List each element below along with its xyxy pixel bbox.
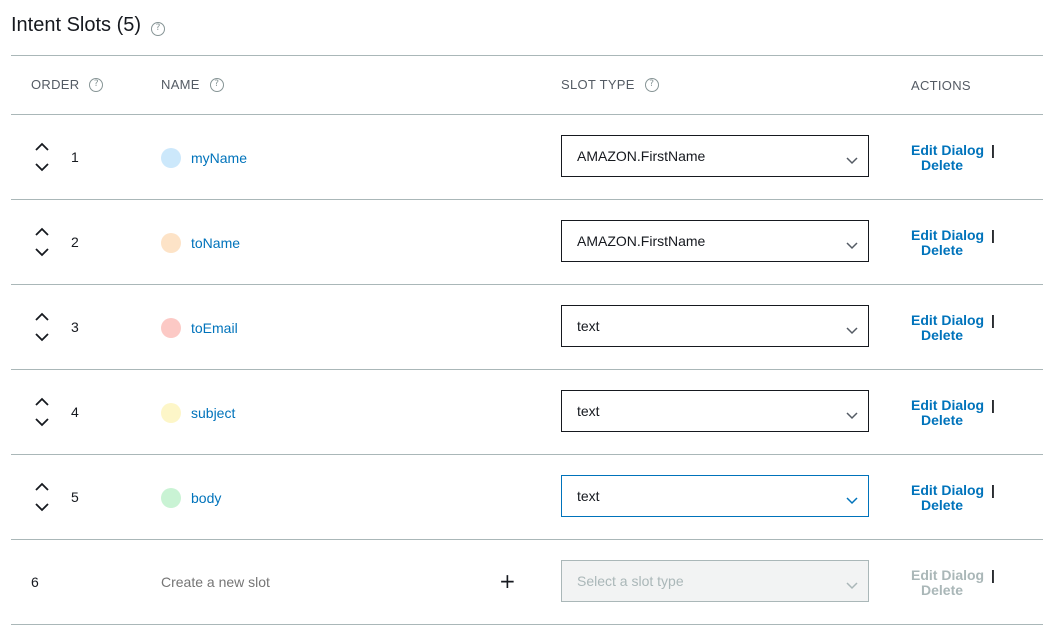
- chevron-down-icon: [846, 577, 858, 593]
- slot-order: 5: [71, 489, 79, 505]
- actions-separator: |: [991, 397, 995, 413]
- chevron-up-icon[interactable]: [35, 142, 49, 151]
- actions-separator: |: [991, 142, 995, 158]
- add-slot-plus-icon[interactable]: +: [499, 571, 516, 591]
- slot-actions: Edit Dialog Delete |: [911, 483, 995, 513]
- table-row: 3 toEmail text Edit Dialog Delete |: [11, 285, 1043, 370]
- chevron-up-icon[interactable]: [35, 397, 49, 406]
- chevron-down-icon: [846, 322, 858, 338]
- slot-type-select[interactable]: AMAZON.FirstName: [561, 135, 869, 177]
- slots-table: ORDER ? NAME ? SLOT TYPE ? ACTIONS 1 myNa…: [11, 55, 1043, 625]
- edit-dialog-link[interactable]: Edit Dialog: [911, 313, 984, 328]
- edit-dialog-link[interactable]: Edit Dialog: [911, 568, 984, 583]
- slot-actions: Edit Dialog Delete |: [911, 398, 995, 428]
- reorder-controls: [35, 227, 49, 257]
- reorder-controls: [35, 312, 49, 342]
- chevron-down-icon[interactable]: [35, 418, 49, 427]
- reorder-controls: [35, 397, 49, 427]
- table-row: 1 myName AMAZON.FirstName Edit Dialog Delete…: [11, 115, 1043, 200]
- question-circle-icon[interactable]: ?: [89, 77, 104, 92]
- delete-link[interactable]: Delete: [921, 158, 984, 173]
- column-header-slot-type: SLOT TYPE ?: [561, 77, 659, 92]
- slot-order: 4: [71, 404, 79, 420]
- section-header: Intent Slots (5) ?: [11, 14, 166, 37]
- slot-name-link[interactable]: toEmail: [191, 320, 238, 336]
- chevron-down-icon: [846, 237, 858, 253]
- edit-dialog-link[interactable]: Edit Dialog: [911, 143, 984, 158]
- chevron-down-icon: [846, 407, 858, 423]
- slot-actions: Edit Dialog Delete |: [911, 313, 995, 343]
- chevron-down-icon: [846, 492, 858, 508]
- delete-link[interactable]: Delete: [921, 413, 984, 428]
- slot-actions: Edit Dialog Delete |: [911, 143, 995, 173]
- chevron-down-icon[interactable]: [35, 503, 49, 512]
- question-circle-icon[interactable]: ?: [209, 77, 224, 92]
- new-slot-type-select[interactable]: Select a slot type: [561, 560, 869, 602]
- slot-color-dot: [161, 403, 181, 423]
- actions-separator: |: [991, 227, 995, 243]
- chevron-down-icon[interactable]: [35, 333, 49, 342]
- column-label-actions: ACTIONS: [911, 78, 971, 93]
- question-circle-icon[interactable]: ?: [644, 77, 659, 92]
- slot-name-link[interactable]: body: [191, 490, 221, 506]
- table-header: ORDER ? NAME ? SLOT TYPE ? ACTIONS: [11, 55, 1043, 115]
- delete-link[interactable]: Delete: [921, 498, 984, 513]
- reorder-controls: [35, 482, 49, 512]
- slot-type-value: text: [577, 488, 600, 504]
- slot-type-value: AMAZON.FirstName: [577, 233, 706, 249]
- new-slot-type-placeholder: Select a slot type: [577, 573, 684, 589]
- slot-type-select[interactable]: text: [561, 390, 869, 432]
- chevron-up-icon[interactable]: [35, 227, 49, 236]
- chevron-up-icon[interactable]: [35, 312, 49, 321]
- slot-name-link[interactable]: myName: [191, 150, 247, 166]
- chevron-down-icon: [846, 152, 858, 168]
- chevron-up-icon[interactable]: [35, 482, 49, 491]
- slot-type-select[interactable]: text: [561, 305, 869, 347]
- actions-separator: |: [991, 567, 995, 583]
- new-slot-row: 6 + Select a slot type Edit Dialog Delet…: [11, 540, 1043, 625]
- delete-link[interactable]: Delete: [921, 328, 984, 343]
- delete-link[interactable]: Delete: [921, 243, 984, 258]
- reorder-controls: [35, 142, 49, 172]
- table-row: 4 subject text Edit Dialog Delete |: [11, 370, 1043, 455]
- edit-dialog-link[interactable]: Edit Dialog: [911, 483, 984, 498]
- column-label-name: NAME: [161, 77, 200, 92]
- slot-type-select[interactable]: AMAZON.FirstName: [561, 220, 869, 262]
- slot-actions: Edit Dialog Delete |: [911, 228, 995, 258]
- new-slot-actions: Edit Dialog Delete |: [911, 568, 995, 598]
- slot-name-link[interactable]: toName: [191, 235, 240, 251]
- new-slot-order: 6: [31, 574, 39, 590]
- slot-order: 2: [71, 234, 79, 250]
- column-header-actions: ACTIONS: [911, 78, 971, 93]
- column-header-name: NAME ?: [161, 77, 224, 92]
- column-label-order: ORDER: [31, 77, 80, 92]
- edit-dialog-link[interactable]: Edit Dialog: [911, 228, 984, 243]
- slot-name-link[interactable]: subject: [191, 405, 235, 421]
- slot-order: 1: [71, 149, 79, 165]
- column-label-slot-type: SLOT TYPE: [561, 77, 635, 92]
- question-circle-icon[interactable]: ?: [151, 21, 166, 36]
- page-title: Intent Slots (5): [11, 14, 142, 36]
- edit-dialog-link[interactable]: Edit Dialog: [911, 398, 984, 413]
- chevron-down-icon[interactable]: [35, 163, 49, 172]
- chevron-down-icon[interactable]: [35, 248, 49, 257]
- slot-type-value: AMAZON.FirstName: [577, 148, 706, 164]
- slot-color-dot: [161, 233, 181, 253]
- slot-type-value: text: [577, 403, 600, 419]
- actions-separator: |: [991, 482, 995, 498]
- new-slot-name-input[interactable]: [161, 574, 481, 590]
- actions-separator: |: [991, 312, 995, 328]
- slot-type-select[interactable]: text: [561, 475, 869, 517]
- table-row: 5 body text Edit Dialog Delete |: [11, 455, 1043, 540]
- slot-color-dot: [161, 318, 181, 338]
- table-row: 2 toName AMAZON.FirstName Edit Dialog Delete…: [11, 200, 1043, 285]
- delete-link[interactable]: Delete: [921, 583, 984, 598]
- slot-color-dot: [161, 488, 181, 508]
- slot-order: 3: [71, 319, 79, 335]
- column-header-order: ORDER ?: [31, 77, 104, 92]
- slot-type-value: text: [577, 318, 600, 334]
- slot-color-dot: [161, 148, 181, 168]
